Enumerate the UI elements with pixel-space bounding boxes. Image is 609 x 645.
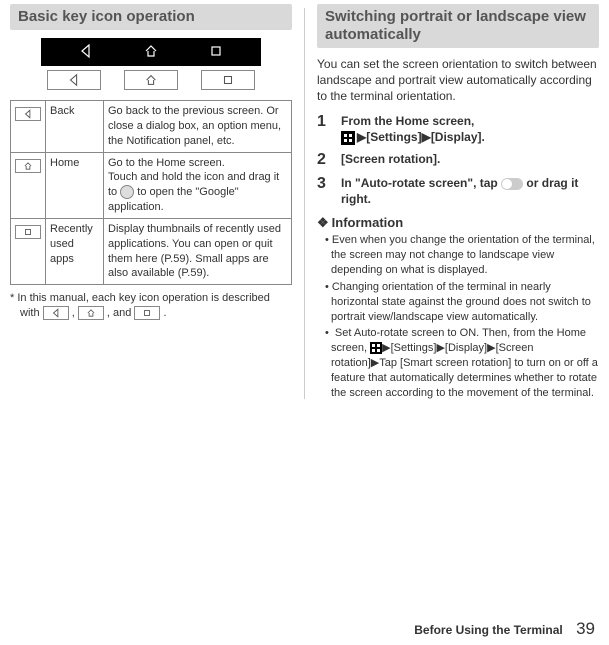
key-illustration — [41, 38, 261, 90]
recent-icon — [208, 43, 224, 62]
left-header: Basic key icon operation — [10, 4, 292, 30]
page-number: 39 — [576, 619, 595, 638]
arrow-icon: ▶ — [422, 130, 431, 144]
table-row: Back Go back to the previous screen. Or … — [11, 101, 292, 153]
info-list: Even when you change the orientation of … — [317, 233, 599, 400]
steps-list: 1 From the Home screen, ▶[Settings]▶[Dis… — [317, 113, 599, 208]
cell-back-name: Back — [46, 101, 104, 153]
back-icon — [78, 43, 94, 62]
home-icon — [78, 306, 104, 320]
footer-section: Before Using the Terminal — [414, 623, 562, 637]
apps-grid-icon — [370, 342, 382, 354]
nav-bar-black — [41, 38, 261, 66]
home-icon — [143, 43, 159, 62]
arrow-icon: ▶ — [357, 130, 366, 144]
key-table: Back Go back to the previous screen. Or … — [10, 100, 292, 285]
column-separator — [304, 8, 305, 399]
page-columns: Basic key icon operation — [0, 0, 609, 443]
cell-recent-icon — [11, 218, 46, 284]
info-heading: Information — [317, 215, 599, 231]
back-icon — [43, 306, 69, 320]
left-column: Basic key icon operation — [10, 4, 292, 403]
page-footer: Before Using the Terminal 39 — [414, 619, 595, 639]
home-key-box — [124, 70, 178, 90]
recent-icon — [134, 306, 160, 320]
right-header-text: Switching portrait or landscape view aut… — [325, 8, 591, 44]
back-key-box — [47, 70, 101, 90]
cell-recent-name: Recently used apps — [46, 218, 104, 284]
info-item: Set Auto-rotate screen to ON. Then, from… — [325, 326, 599, 400]
step-number: 2 — [317, 151, 333, 169]
cell-home-icon — [11, 152, 46, 218]
right-column: Switching portrait or landscape view aut… — [317, 4, 599, 403]
step-1: 1 From the Home screen, ▶[Settings]▶[Dis… — [317, 113, 599, 145]
step-number: 3 — [317, 175, 333, 207]
table-row: Recently used apps Display thumbnails of… — [11, 218, 292, 284]
step-2-body: [Screen rotation]. — [341, 151, 440, 169]
step-3: 3 In "Auto-rotate screen", tap or drag i… — [317, 175, 599, 207]
step-2: 2 [Screen rotation]. — [317, 151, 599, 169]
step-number: 1 — [317, 113, 333, 145]
step-3-body: In "Auto-rotate screen", tap or drag it … — [341, 175, 599, 207]
toggle-off-icon — [501, 178, 523, 190]
step-1-body: From the Home screen, ▶[Settings]▶[Displ… — [341, 113, 485, 145]
google-circle-icon — [120, 185, 134, 199]
left-header-text: Basic key icon operation — [18, 8, 284, 26]
cell-back-desc: Go back to the previous screen. Or close… — [104, 101, 292, 153]
table-row: Home Go to the Home screen. Touch and ho… — [11, 152, 292, 218]
footnote: * In this manual, each key icon operatio… — [10, 291, 292, 321]
intro-text: You can set the screen orientation to sw… — [317, 56, 599, 105]
recent-key-box — [201, 70, 255, 90]
cell-home-desc: Go to the Home screen. Touch and hold th… — [104, 152, 292, 218]
cell-recent-desc: Display thumbnails of recently used appl… — [104, 218, 292, 284]
arrow-icon: ▶ — [382, 342, 390, 354]
nav-bar-outline — [41, 70, 261, 90]
apps-grid-icon — [341, 131, 355, 145]
cell-back-icon — [11, 101, 46, 153]
info-item: Changing orientation of the terminal in … — [325, 280, 599, 325]
info-item: Even when you change the orientation of … — [325, 233, 599, 278]
cell-home-name: Home — [46, 152, 104, 218]
right-header: Switching portrait or landscape view aut… — [317, 4, 599, 48]
